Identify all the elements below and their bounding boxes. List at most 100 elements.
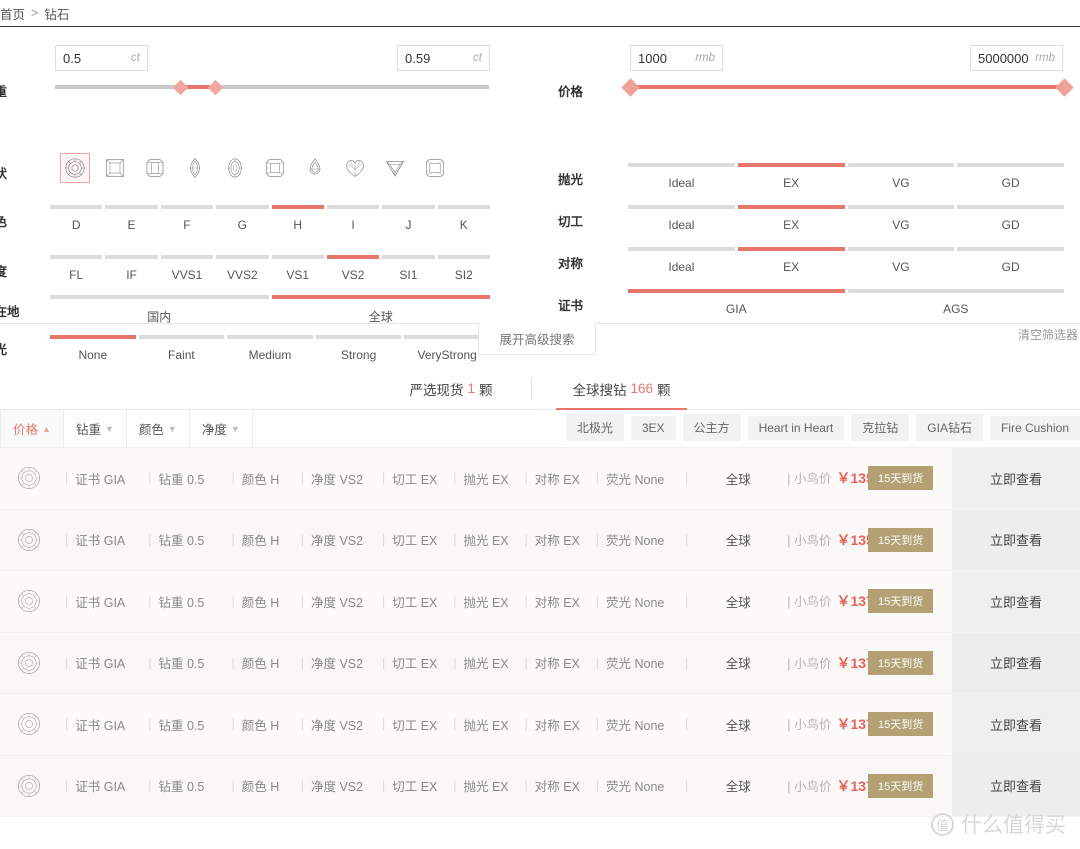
- result-row[interactable]: | 证书 GIA | 钻重 0.5 | 颜色 H | 净度 VS2 | 切工 EX | 抛光 EX | 对…: [0, 632, 1080, 694]
- cut-option-vg[interactable]: VG: [847, 205, 955, 232]
- result-tab-curated-stock[interactable]: 严选现货 1 颗: [369, 368, 533, 410]
- shape-option-heart[interactable]: [340, 153, 370, 183]
- view-detail-button[interactable]: 立即查看: [952, 448, 1080, 509]
- price-min-input[interactable]: 1000 rmb: [630, 45, 723, 71]
- result-row[interactable]: | 证书 GIA | 钻重 0.5 | 颜色 H | 净度 VS2 | 切工 EX | 抛光 EX | 对…: [0, 694, 1080, 756]
- color-option-e[interactable]: E: [105, 205, 158, 232]
- location-option-国内[interactable]: 国内: [50, 295, 269, 325]
- result-specs: | 证书 GIA | 钻重 0.5 | 颜色 H | 净度 VS2 | 切工 EX | 抛光 EX | 对…: [58, 715, 695, 734]
- shape-option-marquise[interactable]: [180, 153, 210, 183]
- view-detail-button[interactable]: 立即查看: [952, 571, 1080, 632]
- result-spec-color: 颜色 H: [241, 595, 280, 610]
- symmetry-option-ex[interactable]: EX: [737, 247, 845, 274]
- polish-option-ex[interactable]: EX: [737, 163, 845, 190]
- view-detail-button[interactable]: 立即查看: [952, 755, 1080, 816]
- result-row[interactable]: | 证书 GIA | 钻重 0.5 | 颜色 H | 净度 VS2 | 切工 EX | 抛光 EX | 对…: [0, 509, 1080, 571]
- carat-max-unit: ct: [473, 52, 482, 64]
- color-option-label: F: [183, 218, 191, 232]
- polish-option-vg[interactable]: VG: [847, 163, 955, 190]
- color-option-bar: [271, 205, 324, 209]
- filter-chip[interactable]: Heart in Heart: [747, 415, 845, 440]
- symmetry-option-gd[interactable]: GD: [957, 247, 1064, 274]
- sort-option-净度[interactable]: 净度 ▼: [189, 410, 253, 447]
- result-region: 全球: [725, 780, 751, 795]
- cut-option-ex[interactable]: EX: [737, 205, 845, 232]
- clarity-option-vvs1[interactable]: VVS1: [160, 255, 214, 282]
- view-detail-button[interactable]: 立即查看: [952, 694, 1080, 755]
- clear-filters-button[interactable]: 清空筛选器: [1018, 326, 1078, 343]
- color-option-i[interactable]: I: [326, 205, 380, 232]
- spec-divider: |: [524, 532, 528, 547]
- polish-option-ideal[interactable]: Ideal: [628, 163, 735, 190]
- filter-chip[interactable]: GIA钻石: [916, 414, 983, 441]
- certificate-option-gia[interactable]: GIA: [628, 289, 845, 316]
- symmetry-option-vg[interactable]: VG: [847, 247, 955, 274]
- filter-chip[interactable]: 3EX: [630, 415, 676, 440]
- result-spec-symmetry: 对称 EX: [534, 657, 580, 672]
- color-option-d[interactable]: D: [50, 205, 103, 232]
- carat-min-input[interactable]: 0.5 ct: [55, 45, 148, 71]
- shape-option-princess[interactable]: [100, 153, 130, 183]
- color-option-bar: [437, 205, 490, 209]
- price-max-input[interactable]: 5000000 rmb: [970, 45, 1063, 71]
- color-option-g[interactable]: G: [216, 205, 269, 232]
- sort-option-颜色[interactable]: 颜色 ▼: [126, 410, 190, 447]
- symmetry-option-ideal[interactable]: Ideal: [628, 247, 735, 274]
- polish-option-bar: [737, 163, 845, 167]
- breadcrumb-home[interactable]: 首页: [0, 4, 25, 23]
- expand-advanced-search-button[interactable]: 展开高级搜索: [478, 323, 596, 355]
- carat-max-input[interactable]: 0.59 ct: [397, 45, 490, 71]
- clarity-option-vvs2[interactable]: VVS2: [216, 255, 269, 282]
- shape-option-oval[interactable]: [220, 153, 250, 183]
- result-row[interactable]: | 证书 GIA | 钻重 0.5 | 颜色 H | 净度 VS2 | 切工 EX | 抛光 EX | 对…: [0, 448, 1080, 510]
- clarity-option-si2[interactable]: SI2: [437, 255, 490, 282]
- shape-option-emerald[interactable]: [140, 153, 170, 183]
- filter-chip[interactable]: 北极光: [565, 414, 624, 441]
- price-slider-track[interactable]: [620, 77, 1074, 97]
- polish-option-gd[interactable]: GD: [957, 163, 1064, 190]
- view-detail-button[interactable]: 立即查看: [952, 632, 1080, 693]
- shape-option-cushion[interactable]: [420, 153, 450, 183]
- delivery-badge: 15天到货: [868, 773, 934, 798]
- clarity-option-fl[interactable]: FL: [50, 255, 103, 282]
- result-row[interactable]: | 证书 GIA | 钻重 0.5 | 颜色 H | 净度 VS2 | 切工 EX | 抛光 EX | 对…: [0, 571, 1080, 633]
- color-option-k[interactable]: K: [437, 205, 490, 232]
- view-detail-button[interactable]: 立即查看: [952, 509, 1080, 570]
- clarity-option-vs2[interactable]: VS2: [326, 255, 380, 282]
- shape-option-asscher[interactable]: [260, 153, 290, 183]
- shape-option-pear[interactable]: [300, 153, 330, 183]
- filter-chip[interactable]: 克拉钻: [851, 414, 910, 441]
- price-slider-handle-max[interactable]: [1054, 77, 1074, 97]
- shape-option-trillion[interactable]: [380, 153, 410, 183]
- clarity-option-si1[interactable]: SI1: [382, 255, 435, 282]
- sort-option-钻重[interactable]: 钻重 ▼: [63, 410, 127, 447]
- color-option-h[interactable]: H: [271, 205, 324, 232]
- breadcrumb-separator: >: [31, 6, 39, 20]
- cut-option-gd[interactable]: GD: [957, 205, 1064, 232]
- sort-option-价格[interactable]: 价格 ▲: [0, 410, 64, 447]
- result-tab-global-search[interactable]: 全球搜钻 166 颗: [532, 368, 710, 410]
- carat-slider-track[interactable]: [55, 79, 489, 95]
- spec-divider: |: [685, 532, 689, 547]
- result-price-label: | 小鸟价: [787, 779, 832, 794]
- filter-chip[interactable]: Fire Cushion: [989, 415, 1080, 440]
- carat-slider-handle-min[interactable]: [173, 79, 189, 95]
- price-slider-handle-min[interactable]: [620, 77, 640, 97]
- clarity-option-if[interactable]: IF: [105, 255, 158, 282]
- color-option-f[interactable]: F: [160, 205, 214, 232]
- result-row[interactable]: | 证书 GIA | 钻重 0.5 | 颜色 H | 净度 VS2 | 切工 EX | 抛光 EX | 对…: [0, 755, 1080, 817]
- certificate-options: GIA AGS: [628, 289, 1064, 316]
- result-spec-symmetry: 对称 EX: [534, 718, 580, 733]
- cut-option-ideal[interactable]: Ideal: [628, 205, 735, 232]
- certificate-option-ags[interactable]: AGS: [847, 289, 1064, 316]
- filter-chip[interactable]: 公主方: [682, 414, 741, 441]
- location-option-全球[interactable]: 全球: [271, 295, 490, 325]
- carat-min-value: 0.5: [63, 50, 82, 66]
- spec-divider: |: [685, 594, 689, 609]
- clarity-option-vs1[interactable]: VS1: [271, 255, 324, 282]
- result-spec-polish: 抛光 EX: [463, 780, 509, 795]
- color-option-j[interactable]: J: [382, 205, 435, 232]
- carat-slider-handle-max[interactable]: [207, 79, 224, 95]
- clarity-options: FL IF VVS1 VVS2 VS1 VS2 SI1 SI2: [50, 255, 490, 282]
- shape-option-round[interactable]: [60, 153, 90, 183]
